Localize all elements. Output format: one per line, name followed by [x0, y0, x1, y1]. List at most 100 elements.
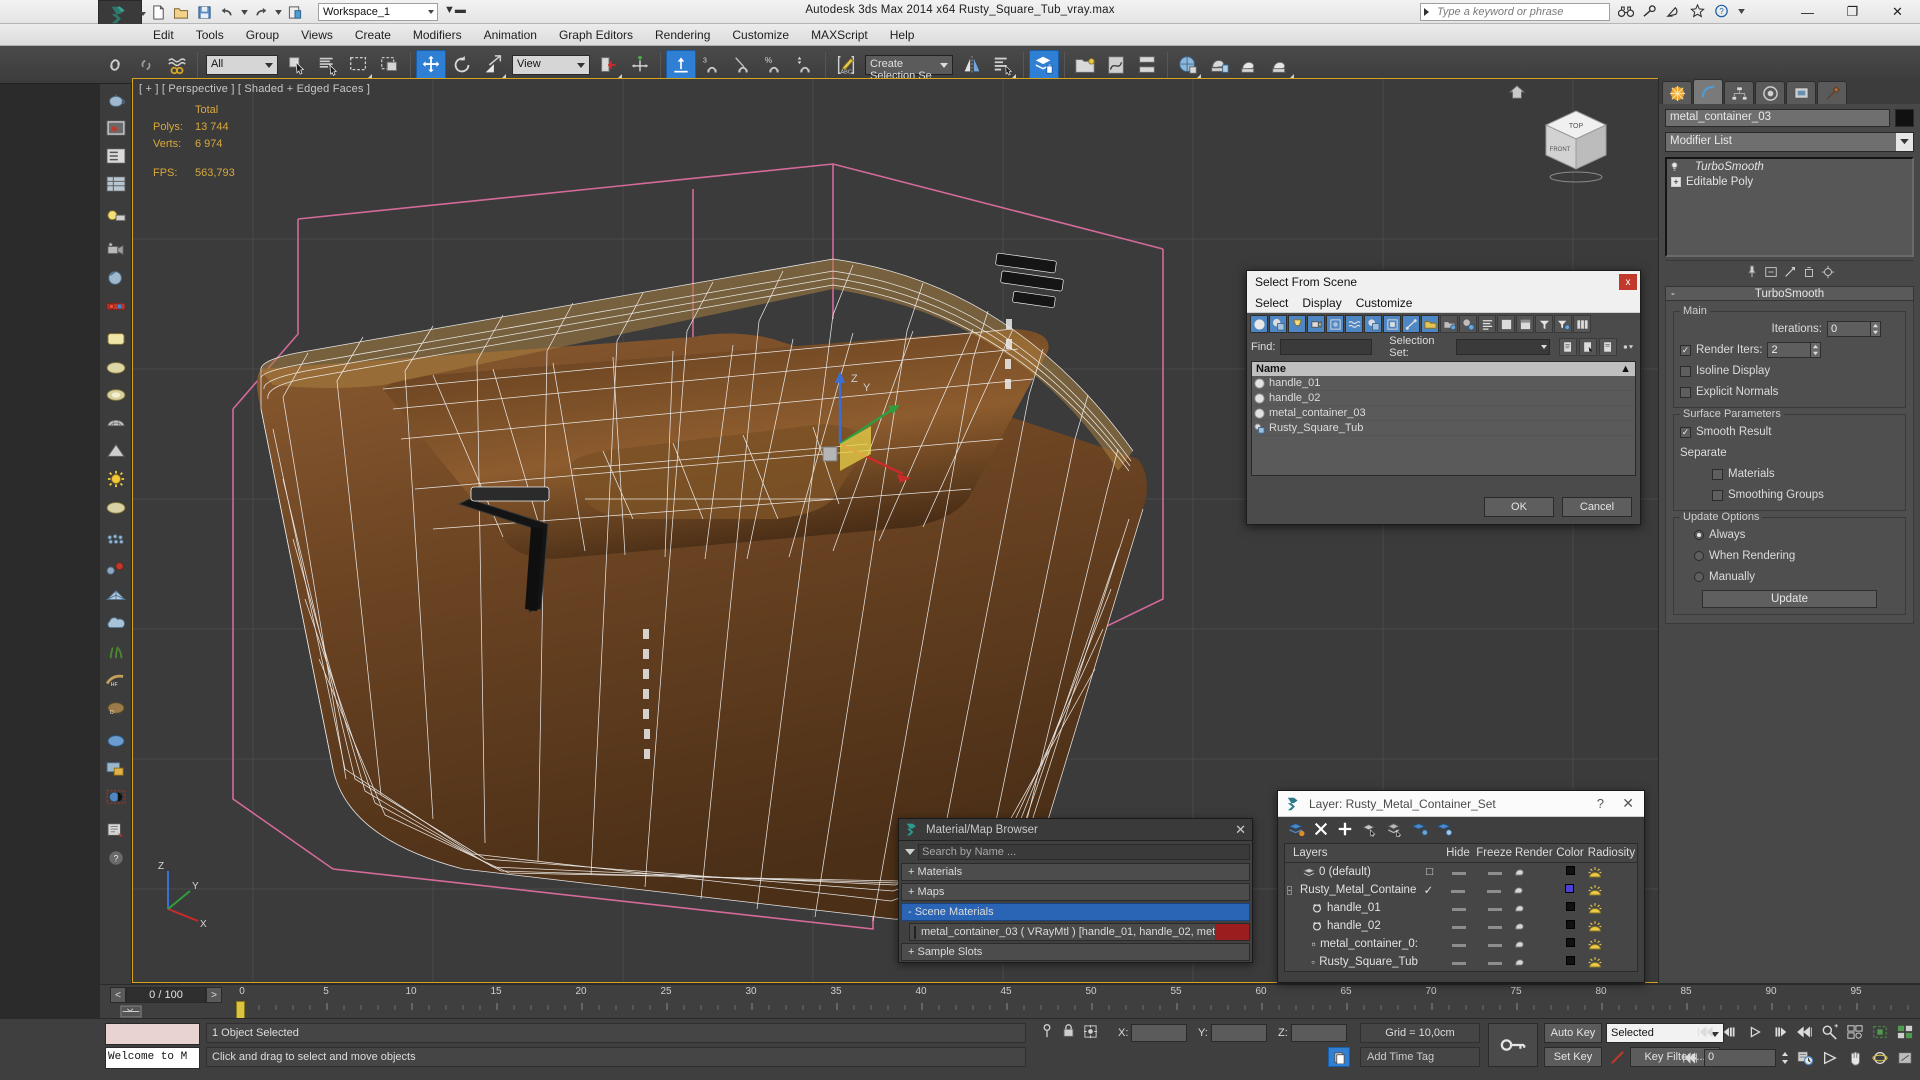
iterations-spinner[interactable] — [1827, 321, 1881, 337]
layer-color-swatch[interactable] — [1554, 866, 1586, 878]
layer-row[interactable]: metal_container_0: — [1285, 935, 1637, 953]
render-setup-icon[interactable] — [1204, 50, 1234, 80]
scene-object-list[interactable]: Name ▲ handle_01 handle_02 metal_contain… — [1251, 361, 1636, 476]
modifier-stack[interactable]: TurboSmooth + Editable Poly — [1665, 157, 1914, 257]
layer-row[interactable]: 0 (default) □ — [1285, 863, 1637, 881]
bind-to-space-warp-icon[interactable] — [162, 50, 192, 80]
separate-materials-checkbox[interactable] — [1712, 468, 1723, 480]
sphere-primitive-icon[interactable] — [101, 353, 131, 381]
tab-modify[interactable] — [1693, 79, 1723, 104]
display-geometry-icon[interactable] — [1250, 315, 1268, 333]
display-xrefs-icon[interactable] — [1383, 315, 1401, 333]
layer-properties-icon[interactable] — [1436, 821, 1453, 837]
layer-row[interactable]: - Rusty_Metal_Containe ✓ — [1285, 881, 1637, 899]
create-selection-set-icon[interactable] — [1559, 338, 1577, 356]
reference-coordinate-system-combo[interactable]: View — [512, 54, 590, 75]
viewport-label[interactable]: [ + ] [ Perspective ] [ Shaded + Edged F… — [139, 83, 370, 95]
select-and-link-icon[interactable] — [100, 50, 130, 80]
hair-and-fur-icon[interactable]: HF — [101, 666, 131, 694]
play-animation-icon[interactable] — [1744, 1021, 1766, 1043]
ok-button[interactable]: OK — [1484, 497, 1554, 517]
default-in-out-tangent-icon[interactable] — [1608, 1047, 1626, 1067]
object-name-field[interactable]: metal_container_03 — [1665, 109, 1890, 127]
save-file-icon[interactable] — [194, 3, 214, 22]
cancel-button[interactable]: Cancel — [1562, 497, 1632, 517]
favorites-star-icon[interactable] — [1689, 2, 1706, 20]
mmb-group-materials[interactable]: + Materials — [901, 863, 1250, 881]
vray-frame-buffer-icon[interactable] — [101, 755, 131, 783]
select-highlighted-layer-icon[interactable] — [1386, 821, 1403, 837]
pan-view-hand-icon[interactable] — [1844, 1047, 1866, 1069]
material-editor-icon[interactable] — [1173, 50, 1203, 80]
render-toggle[interactable] — [1514, 921, 1554, 931]
render-toggle[interactable] — [1514, 957, 1554, 967]
edit-named-selection-sets-icon[interactable]: ABC — [831, 50, 861, 80]
add-time-tag-icon[interactable] — [1328, 1047, 1350, 1067]
curve-editor-icon[interactable] — [1101, 50, 1131, 80]
menu-customize[interactable]: Customize — [721, 25, 800, 45]
radiosity-toggle[interactable] — [1586, 902, 1637, 915]
asset-tracking-icon[interactable] — [101, 816, 131, 844]
display-bones-icon[interactable] — [1402, 315, 1420, 333]
mmb-group-sample-slots[interactable]: + Sample Slots — [901, 943, 1250, 961]
mmb-group-scene-materials[interactable]: - Scene Materials — [901, 903, 1250, 921]
freeze-toggle[interactable] — [1475, 866, 1514, 878]
rendered-frame-window-icon[interactable] — [1235, 50, 1265, 80]
menu-help[interactable]: Help — [879, 25, 926, 45]
percent-snap-toggle-icon[interactable]: % — [759, 50, 789, 80]
highlight-selected-objects-icon[interactable] — [1411, 821, 1428, 837]
time-slider[interactable]: < 0 / 100 > — [110, 987, 222, 1003]
add-selection-to-layer-icon[interactable] — [1337, 821, 1353, 837]
list-item[interactable]: handle_01 — [1252, 376, 1635, 391]
hide-toggle[interactable] — [1441, 884, 1475, 896]
zoom-extents-all-icon[interactable] — [1894, 1021, 1916, 1043]
tab-create[interactable] — [1662, 81, 1692, 104]
sun-light-icon[interactable] — [101, 465, 131, 493]
snaps-toggle-icon[interactable] — [666, 49, 696, 80]
maxscript-listener-white[interactable]: Welcome to M — [105, 1047, 200, 1069]
current-layer-check[interactable]: ✓ — [1416, 883, 1441, 897]
tab-utilities[interactable] — [1817, 81, 1847, 104]
hide-toggle[interactable] — [1442, 938, 1475, 950]
expand-all-icon[interactable] — [1478, 315, 1496, 333]
select-set-icon[interactable] — [1579, 338, 1597, 356]
expand-icon[interactable]: + — [1671, 176, 1681, 187]
selection-set-combo[interactable] — [1456, 339, 1550, 355]
angle-snap-toggle-icon[interactable]: 3 — [697, 50, 727, 80]
prev-frame-button[interactable]: < — [110, 987, 126, 1003]
radiosity-toggle[interactable] — [1586, 938, 1637, 951]
hide-toggle[interactable] — [1442, 920, 1475, 932]
mesh-object-icon[interactable] — [101, 409, 131, 437]
layer-help-button[interactable]: ? — [1597, 796, 1604, 811]
render-iters-spinner[interactable] — [1767, 342, 1822, 358]
sort-ascending-icon[interactable]: ▲ — [1620, 363, 1631, 375]
grass-object-icon[interactable] — [101, 638, 131, 666]
list-header[interactable]: Name ▲ — [1252, 362, 1635, 376]
deflector-icon[interactable] — [101, 554, 131, 582]
layer-color-swatch[interactable] — [1555, 956, 1587, 968]
view-cube[interactable]: TOP FRONT — [1534, 103, 1618, 183]
display-shapes-icon[interactable] — [1269, 315, 1287, 333]
smooth-result-checkbox[interactable]: ✓ — [1680, 426, 1691, 438]
camera-icon[interactable] — [101, 236, 131, 264]
camera-physical-icon[interactable] — [101, 264, 131, 292]
zoom-all-icon[interactable] — [1844, 1021, 1866, 1043]
open-file-icon[interactable] — [171, 3, 191, 22]
zoom-region-icon[interactable] — [1819, 1021, 1841, 1043]
ellipse-primitive-icon[interactable] — [101, 381, 131, 409]
tab-display[interactable] — [1786, 81, 1816, 104]
next-frame-icon[interactable] — [1769, 1021, 1791, 1043]
display-space-warps-icon[interactable] — [1345, 315, 1363, 333]
display-containers-icon[interactable] — [1421, 315, 1439, 333]
modifier-list-combo[interactable]: Modifier List — [1665, 132, 1914, 152]
current-frame-input[interactable]: 0 — [1704, 1049, 1776, 1067]
application-menu-caret-icon[interactable] — [140, 12, 146, 16]
maximize-viewport-toggle-icon[interactable] — [1894, 1047, 1916, 1069]
make-unique-icon[interactable] — [1783, 265, 1797, 279]
modifier-stack-item[interactable]: TurboSmooth — [1667, 159, 1912, 174]
list-item[interactable]: Rusty_Square_Tub — [1252, 421, 1635, 436]
iterations-input[interactable] — [1827, 321, 1871, 337]
add-time-tag-field[interactable]: Add Time Tag — [1360, 1047, 1480, 1067]
lighting-analysis-icon[interactable] — [101, 203, 131, 231]
tab-motion[interactable] — [1755, 81, 1785, 104]
